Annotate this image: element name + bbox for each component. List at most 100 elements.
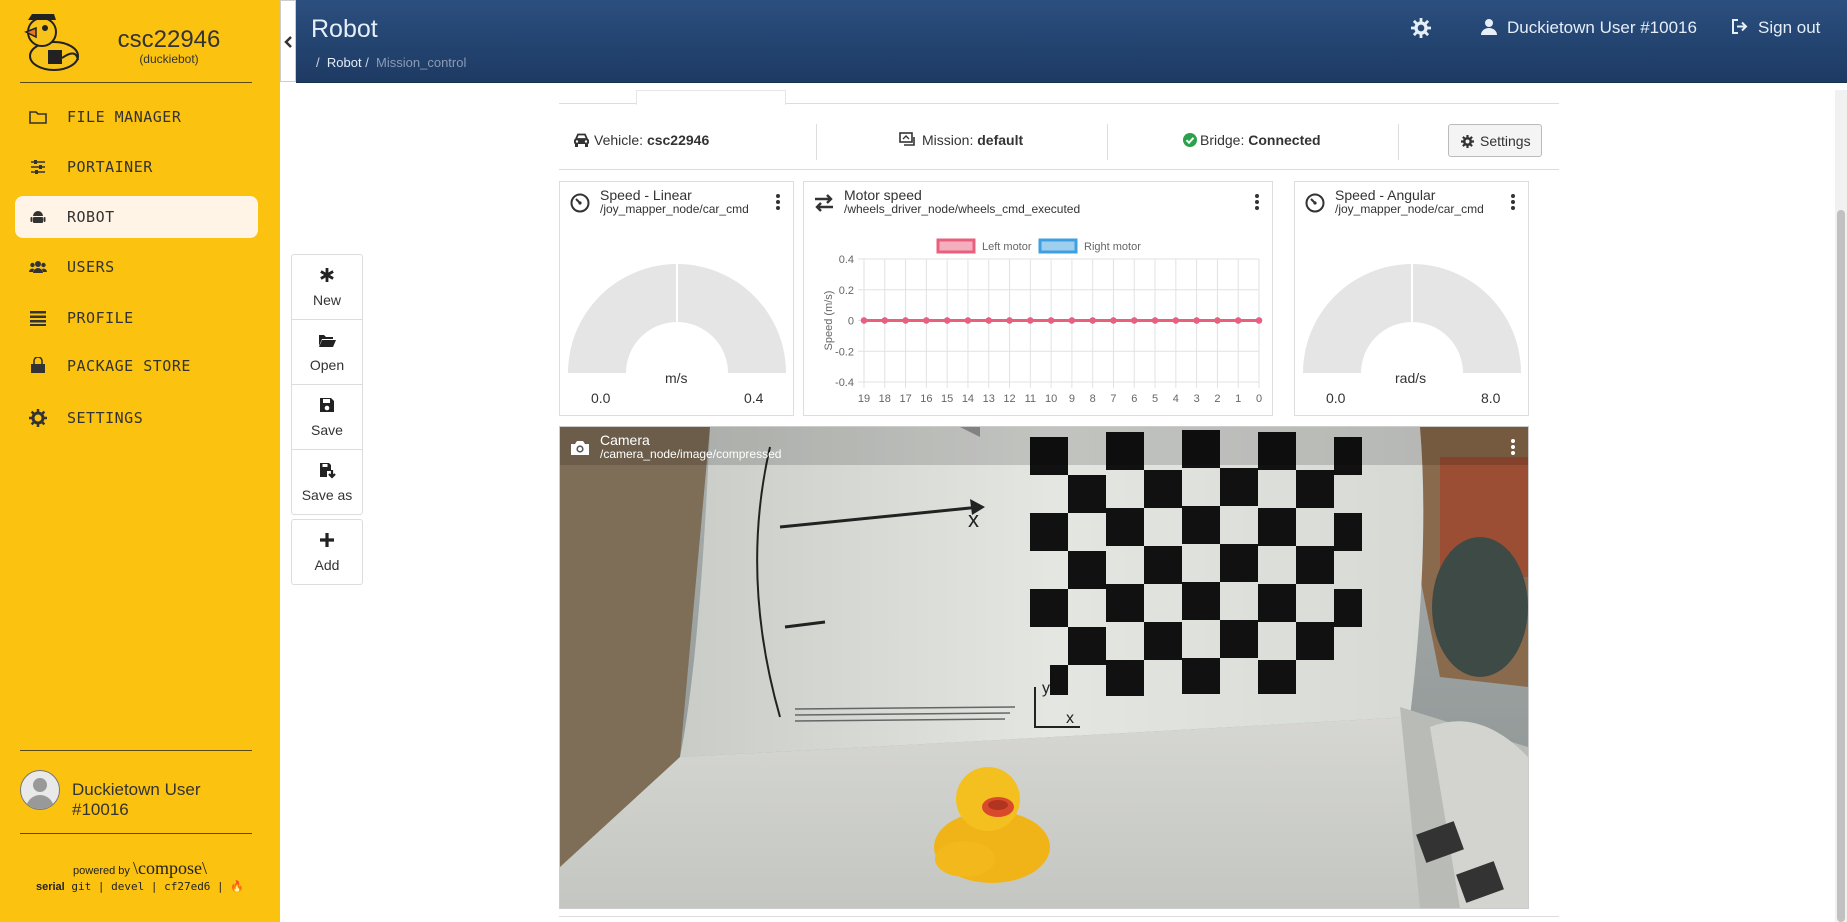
divider — [20, 750, 252, 751]
dashboard-toolbar: New Open Save Save as — [291, 254, 363, 515]
sidebar-user[interactable]: Duckietown User #10016 — [20, 767, 260, 819]
legend-label: Left motor — [982, 241, 1032, 253]
save-label: Save — [311, 422, 343, 438]
divider — [816, 124, 817, 160]
y-tick-label: 0 — [848, 316, 854, 328]
open-label: Open — [309, 357, 345, 373]
sidebar-item-file-manager[interactable]: FILE MANAGER — [15, 96, 258, 138]
sidebar-collapse-button[interactable] — [280, 0, 296, 82]
kebab-menu-icon[interactable] — [1511, 194, 1515, 210]
check-circle-icon — [1183, 133, 1197, 147]
motor-speed-panel: Motor speed /wheels_driver_node/wheels_c… — [803, 181, 1273, 416]
breadcrumb-robot[interactable]: Robot — [327, 55, 362, 70]
gauge-icon — [1305, 193, 1325, 213]
sidebar-item-robot[interactable]: ROBOT — [15, 196, 258, 238]
folder-open-icon — [319, 335, 336, 347]
header-user[interactable]: Duckietown User #10016 — [1481, 18, 1697, 38]
scrollbar-thumb[interactable] — [1837, 210, 1845, 922]
kebab-menu-icon[interactable] — [1255, 194, 1259, 210]
data-point — [1110, 317, 1117, 324]
sidebar-item-settings[interactable]: SETTINGS — [15, 397, 258, 439]
kebab-menu-icon[interactable] — [1511, 439, 1515, 455]
bridge-value: Connected — [1248, 132, 1321, 148]
fire-icon: 🔥 — [230, 880, 245, 893]
legend-swatch — [936, 238, 976, 254]
sidebar-item-package-store[interactable]: PACKAGE STORE — [15, 345, 258, 387]
data-point — [1068, 317, 1076, 324]
chevron-left-icon — [284, 36, 292, 48]
kebab-menu-icon[interactable] — [776, 194, 780, 210]
gear-icon[interactable] — [1411, 18, 1431, 38]
y-tick-label: -0.2 — [835, 346, 854, 358]
save-as-label: Save as — [301, 487, 353, 503]
gauge-unit: rad/s — [1395, 370, 1427, 386]
data-point — [1006, 317, 1013, 324]
sidebar-item-users[interactable]: USERS — [15, 246, 258, 288]
mission-value: default — [977, 132, 1024, 148]
vehicle-value: csc22946 — [646, 132, 710, 148]
x-tick-label: 18 — [879, 393, 891, 405]
powered-by-label: powered by — [73, 865, 130, 877]
x-tick-label: 15 — [941, 393, 953, 405]
signout-button[interactable]: Sign out — [1731, 18, 1820, 38]
data-point — [1089, 317, 1096, 324]
panel-topic: /camera_node/image/compressed — [600, 447, 782, 461]
sidebar: csc22946 (duckiebot) FILE MANAGER PORTAI… — [0, 0, 280, 922]
sign-out-icon — [1732, 19, 1748, 34]
speed-angular-panel: Speed - Angular /joy_mapper_node/car_cmd… — [1294, 181, 1529, 416]
x-tick-label: 7 — [1110, 393, 1116, 405]
android-icon — [30, 211, 46, 223]
floppy-download-icon — [320, 463, 336, 479]
data-point — [1027, 317, 1034, 324]
panel-title: Speed - Linear — [600, 187, 692, 203]
camera-feed-image: x y x — [560, 427, 1528, 908]
panel-topic: /joy_mapper_node/car_cmd — [1335, 202, 1484, 216]
floppy-icon — [320, 398, 334, 412]
settings-label: Settings — [1480, 133, 1531, 149]
sidebar-item-portainer[interactable]: PORTAINER — [15, 146, 258, 188]
new-label: New — [312, 292, 341, 308]
asterisk-icon — [320, 268, 334, 282]
gauge-max: 8.0 — [1481, 390, 1501, 406]
data-point — [1214, 317, 1221, 324]
gauge-unit: m/s — [665, 370, 688, 386]
settings-button[interactable]: Settings — [1448, 124, 1542, 157]
sidebar-item-label: FILE MANAGER — [67, 108, 182, 126]
save-as-button[interactable]: Save as — [292, 450, 362, 514]
x-tick-label: 0 — [1256, 393, 1262, 405]
duck-logo — [24, 14, 79, 71]
motor-speed-chart: 0.40.20-0.2-0.419 18 17 16 15 14 13 12 11 10 9 8 7 6 5… — [823, 238, 1263, 405]
exchange-arrows-icon — [815, 194, 833, 212]
data-point — [860, 317, 868, 324]
save-button[interactable]: Save — [292, 385, 362, 450]
serial-value: git | devel | cf27ed6 | — [71, 880, 224, 893]
tab-active[interactable] — [636, 90, 786, 105]
data-point — [943, 317, 951, 324]
user-icon — [1481, 19, 1497, 35]
open-button[interactable]: Open — [292, 320, 362, 385]
data-point — [1193, 317, 1200, 324]
data-point — [902, 317, 909, 324]
x-tick-label: 3 — [1194, 393, 1200, 405]
powered-by: powered by \compose\ — [0, 858, 280, 879]
user-silhouette-icon — [26, 778, 54, 809]
robot-name: csc22946 — [117, 26, 221, 53]
mission-icon — [899, 132, 915, 146]
sidebar-item-profile[interactable]: PROFILE — [15, 297, 258, 339]
camera-icon — [571, 441, 589, 455]
legend-swatch — [1038, 238, 1078, 254]
gauge-min: 0.0 — [1326, 390, 1346, 406]
x-tick-label: 13 — [983, 393, 995, 405]
brand: csc22946 (duckiebot) — [0, 0, 280, 82]
sidebar-item-label: SETTINGS — [67, 409, 144, 427]
angular-gauge — [1303, 264, 1521, 373]
new-button[interactable]: New — [292, 255, 362, 320]
x-tick-label: 6 — [1131, 393, 1137, 405]
avatar — [20, 770, 60, 810]
add-button[interactable]: Add — [291, 519, 363, 585]
data-point — [964, 317, 972, 324]
data-point — [1255, 317, 1263, 324]
panel-title: Camera — [600, 432, 650, 448]
x-tick-label: 11 — [1025, 393, 1036, 405]
x-tick-label: 2 — [1214, 393, 1220, 405]
